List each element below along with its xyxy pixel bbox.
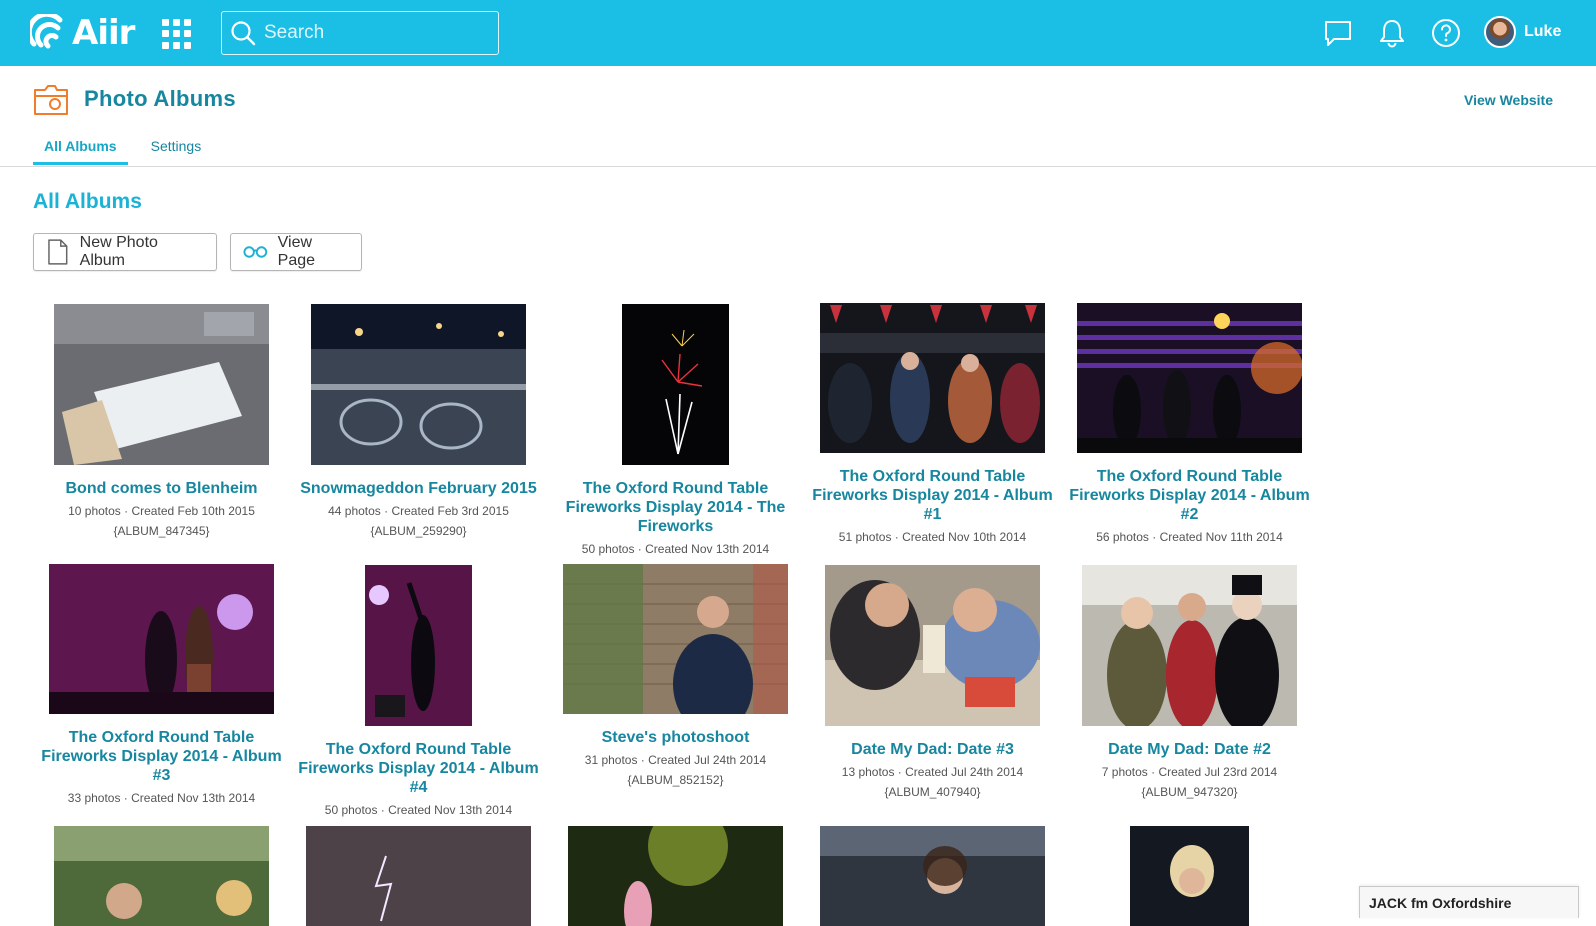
album-meta: 50 photos · Created Nov 13th 2014 — [324, 803, 513, 817]
album-card: Snowmageddon February 2015 44 photos · C… — [290, 303, 547, 541]
album-card: The Oxford Round Table Fireworks Display… — [33, 564, 290, 808]
album-title[interactable]: Date My Dad: Date #3 — [804, 740, 1061, 759]
album-card — [33, 826, 290, 926]
album-thumbnail[interactable] — [1061, 303, 1318, 453]
album-photo — [311, 304, 526, 465]
album-card: Date My Dad: Date #3 13 photos · Created… — [804, 564, 1061, 802]
album-meta: 31 photos · Created Jul 24th 2014 — [584, 753, 767, 767]
search-icon — [231, 21, 256, 46]
album-photo — [365, 565, 472, 726]
tab-bar: All Albums Settings — [33, 136, 224, 165]
new-photo-album-button[interactable]: New Photo Album — [33, 233, 217, 271]
help-icon[interactable] — [1430, 17, 1462, 49]
album-title[interactable]: The Oxford Round Table Fireworks Display… — [290, 740, 547, 797]
view-page-label: View Page — [277, 234, 316, 269]
album-photo — [820, 303, 1045, 453]
document-icon — [48, 239, 68, 265]
album-card — [290, 826, 547, 926]
album-meta: 56 photos · Created Nov 11th 2014 — [1096, 530, 1283, 544]
page-title: Photo Albums — [84, 86, 236, 111]
album-meta: 10 photos · Created Feb 10th 2015 — [68, 504, 255, 518]
view-page-button[interactable]: View Page — [230, 233, 362, 271]
search-box[interactable] — [221, 11, 499, 55]
album-thumbnail[interactable] — [1061, 826, 1318, 926]
album-title[interactable]: The Oxford Round Table Fireworks Display… — [33, 728, 290, 785]
aiir-logo[interactable]: Aiir — [30, 13, 135, 53]
album-thumbnail[interactable] — [290, 303, 547, 465]
glasses-icon — [243, 246, 268, 258]
album-photo — [306, 826, 531, 926]
album-photo — [622, 304, 729, 465]
album-thumbnail[interactable] — [547, 564, 804, 714]
album-title[interactable]: Snowmageddon February 2015 — [290, 479, 547, 498]
album-title[interactable]: Steve's photoshoot — [547, 728, 804, 747]
album-photo — [820, 826, 1045, 926]
page-header: Photo Albums View Website All Albums Set… — [0, 66, 1596, 167]
view-website-link[interactable]: View Website — [1464, 92, 1553, 108]
album-thumbnail[interactable] — [290, 564, 547, 726]
station-badge[interactable]: JACK fm Oxfordshire — [1359, 886, 1579, 918]
album-card — [1061, 826, 1318, 926]
album-title[interactable]: The Oxford Round Table Fireworks Display… — [804, 467, 1061, 524]
album-card: Steve's photoshoot 31 photos · Created J… — [547, 564, 804, 790]
album-card: The Oxford Round Table Fireworks Display… — [1061, 303, 1318, 547]
user-menu[interactable]: Luke — [1484, 16, 1561, 48]
album-meta: 50 photos · Created Nov 13th 2014 — [581, 542, 770, 556]
tab-settings[interactable]: Settings — [140, 136, 213, 165]
album-token: {ALBUM_947320} — [1141, 785, 1238, 799]
chat-icon[interactable] — [1322, 17, 1354, 49]
album-thumbnail[interactable] — [1061, 564, 1318, 726]
album-thumbnail[interactable] — [33, 303, 290, 465]
album-thumbnail[interactable] — [547, 303, 804, 465]
brand-name: Aiir — [72, 13, 135, 53]
album-title[interactable]: Date My Dad: Date #2 — [1061, 740, 1318, 759]
aiir-logo-icon — [30, 14, 63, 49]
album-meta: 44 photos · Created Feb 3rd 2015 — [328, 504, 509, 518]
album-card: The Oxford Round Table Fireworks Display… — [547, 303, 804, 559]
album-photo — [1082, 565, 1297, 726]
album-token: {ALBUM_407940} — [884, 785, 981, 799]
tab-all-albums[interactable]: All Albums — [33, 136, 128, 165]
section-title: All Albums — [33, 190, 142, 213]
album-meta: 13 photos · Created Jul 24th 2014 — [841, 765, 1024, 779]
album-photo — [1130, 826, 1249, 926]
bell-icon[interactable] — [1376, 17, 1408, 49]
album-photo — [1077, 303, 1302, 453]
album-title[interactable]: Bond comes to Blenheim — [33, 479, 290, 498]
photo-folder-icon — [34, 85, 68, 115]
album-card: Bond comes to Blenheim 10 photos · Creat… — [33, 303, 290, 541]
album-thumbnail[interactable] — [804, 564, 1061, 726]
album-meta: 7 photos · Created Jul 23rd 2014 — [1101, 765, 1278, 779]
album-photo — [568, 826, 783, 926]
album-card: The Oxford Round Table Fireworks Display… — [290, 564, 547, 820]
album-thumbnail[interactable] — [33, 826, 290, 926]
album-title[interactable]: The Oxford Round Table Fireworks Display… — [547, 479, 804, 536]
search-input[interactable] — [264, 22, 484, 44]
album-thumbnail[interactable] — [804, 303, 1061, 453]
album-card: The Oxford Round Table Fireworks Display… — [804, 303, 1061, 547]
album-card — [547, 826, 804, 926]
album-photo — [54, 826, 269, 926]
album-photo — [563, 564, 788, 714]
album-card: Date My Dad: Date #2 7 photos · Created … — [1061, 564, 1318, 802]
album-meta: 33 photos · Created Nov 13th 2014 — [67, 791, 256, 805]
album-thumbnail[interactable] — [804, 826, 1061, 926]
album-token: {ALBUM_847345} — [113, 524, 210, 538]
album-thumbnail[interactable] — [547, 826, 804, 926]
new-photo-album-label: New Photo Album — [79, 234, 158, 269]
album-card — [804, 826, 1061, 926]
apps-grid-icon[interactable] — [162, 19, 192, 49]
avatar — [1484, 16, 1516, 48]
album-photo — [54, 304, 269, 465]
album-meta: 51 photos · Created Nov 10th 2014 — [838, 530, 1027, 544]
album-thumbnail[interactable] — [33, 564, 290, 714]
album-photo — [825, 565, 1040, 726]
album-title[interactable]: The Oxford Round Table Fireworks Display… — [1061, 467, 1318, 524]
album-token: {ALBUM_852152} — [627, 773, 724, 787]
album-photo — [49, 564, 274, 714]
album-token: {ALBUM_259290} — [370, 524, 467, 538]
album-thumbnail[interactable] — [290, 826, 547, 926]
top-bar: Aiir Luke — [0, 0, 1596, 66]
user-name: Luke — [1524, 23, 1562, 40]
